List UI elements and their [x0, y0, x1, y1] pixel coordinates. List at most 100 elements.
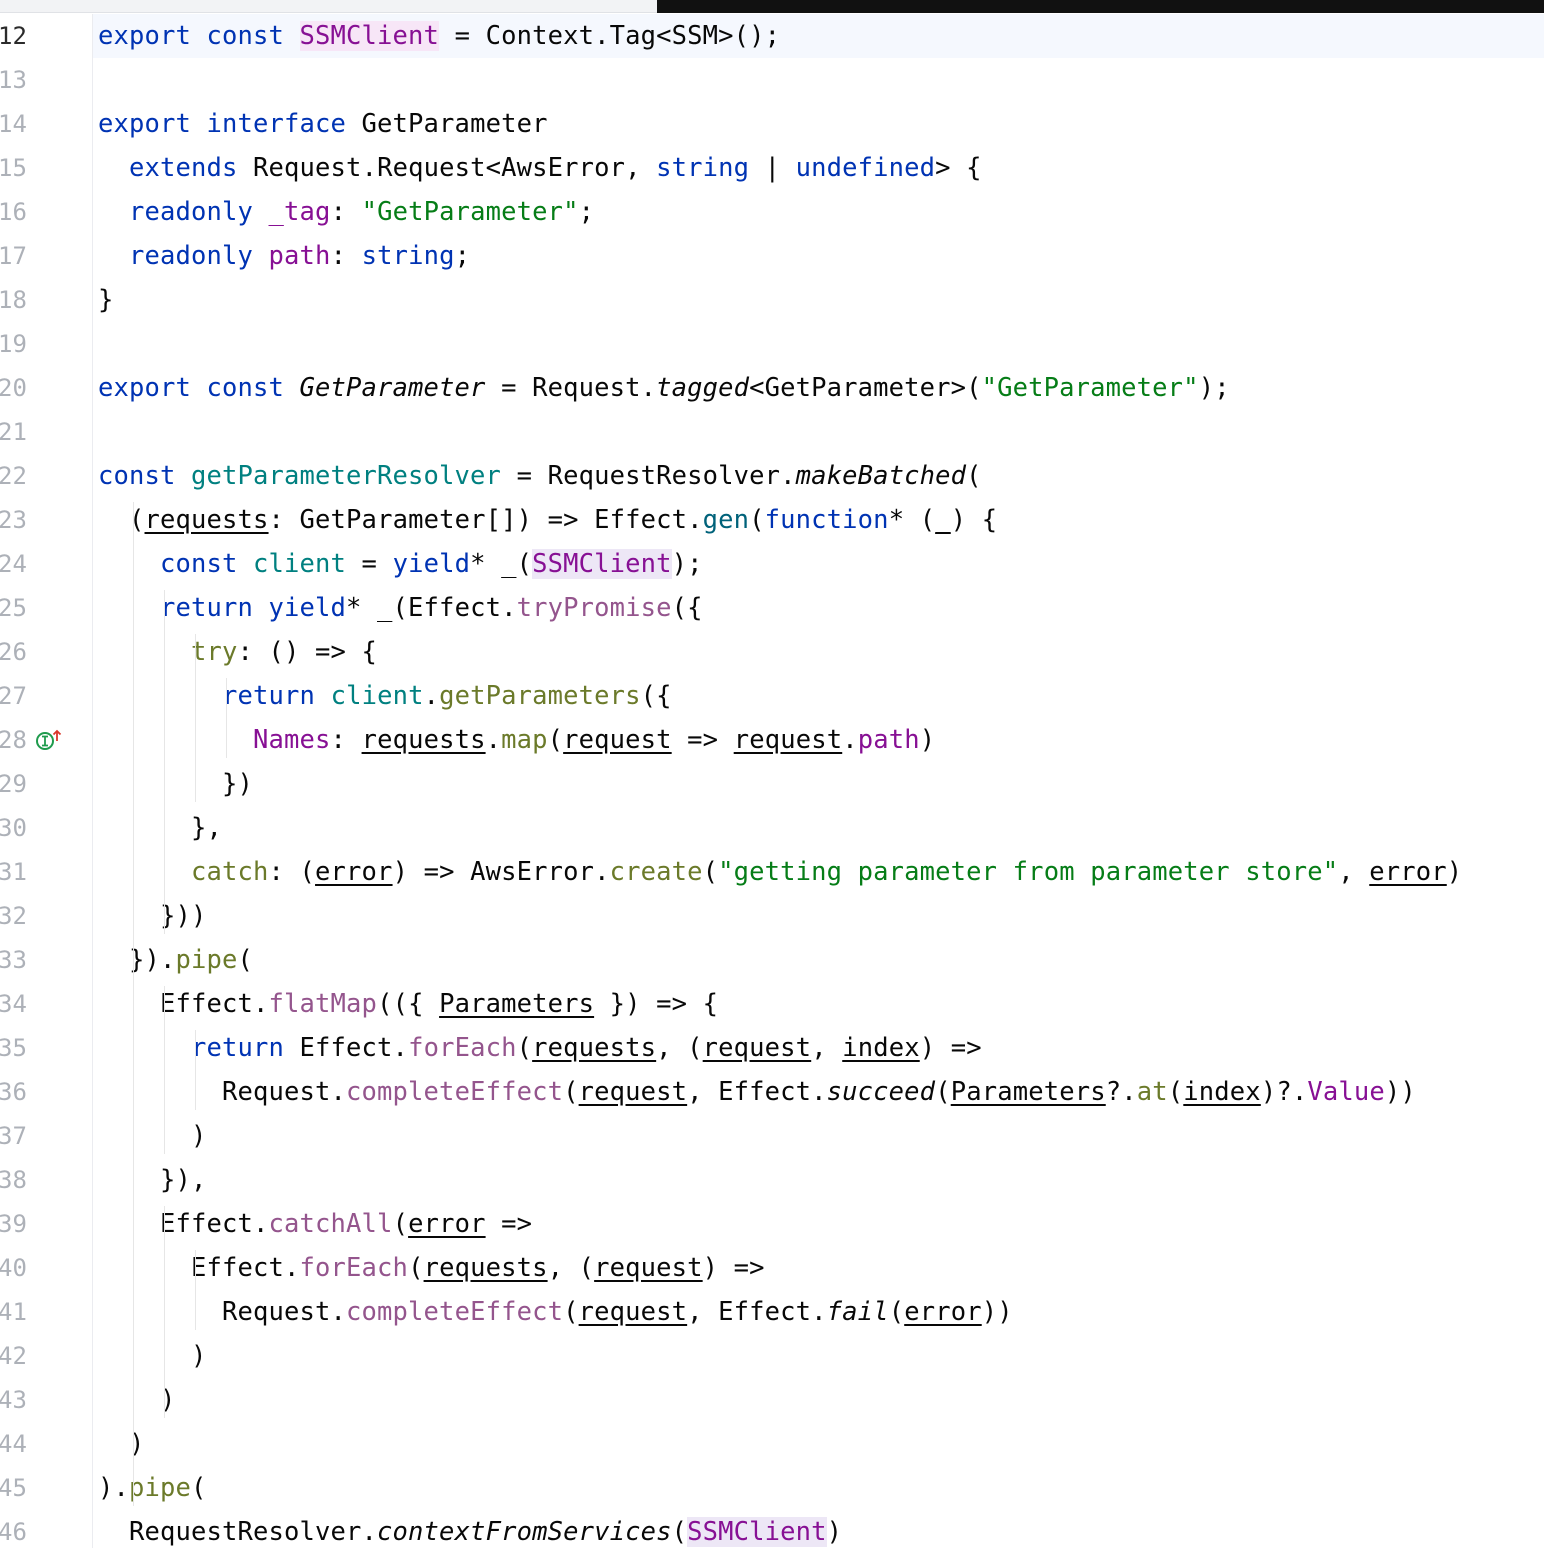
line-number[interactable]: 27 — [0, 674, 38, 718]
code-line[interactable]: return client.getParameters({ — [93, 674, 1544, 718]
code-line[interactable]: ) — [93, 1114, 1544, 1158]
code-token: Request. — [98, 1297, 347, 1327]
line-number[interactable]: 25 — [0, 586, 38, 630]
line-number[interactable]: 19 — [0, 322, 38, 366]
line-number[interactable]: 29 — [0, 762, 38, 806]
code-line[interactable]: RequestResolver.contextFromServices(SSMC… — [93, 1510, 1544, 1554]
tab-strip[interactable] — [0, 0, 657, 13]
code-text: RequestResolver.contextFromServices(SSMC… — [98, 1510, 842, 1554]
line-number[interactable]: 30 — [0, 806, 38, 850]
line-number[interactable]: 43 — [0, 1378, 38, 1422]
line-number[interactable]: 13 — [0, 58, 38, 102]
code-token: ( — [1167, 1077, 1184, 1107]
code-line[interactable]: readonly path: string; — [93, 234, 1544, 278]
code-line[interactable]: Effect.forEach(requests, (request) => — [93, 1246, 1544, 1290]
line-number[interactable]: 28 — [0, 718, 38, 762]
implements-interface-icon[interactable] — [36, 728, 62, 752]
code-line[interactable]: Request.completeEffect(request, Effect.f… — [93, 1290, 1544, 1334]
line-number[interactable]: 18 — [0, 278, 38, 322]
code-line[interactable]: }) — [93, 762, 1544, 806]
code-token: : ( — [268, 857, 316, 887]
code-text: Request.completeEffect(request, Effect.f… — [98, 1290, 1013, 1334]
code-token: undefined — [795, 153, 936, 183]
line-number[interactable]: 40 — [0, 1246, 38, 1290]
code-line[interactable]: ) — [93, 1334, 1544, 1378]
line-number[interactable]: 41 — [0, 1290, 38, 1334]
line-number[interactable]: 21 — [0, 410, 38, 454]
line-number[interactable]: 17 — [0, 234, 38, 278]
code-token: > { — [935, 153, 982, 183]
line-number[interactable]: 46 — [0, 1510, 38, 1554]
code-line[interactable]: }).pipe( — [93, 938, 1544, 982]
line-number[interactable]: 34 — [0, 982, 38, 1026]
code-token: ). — [98, 1473, 130, 1503]
code-line[interactable]: Request.completeEffect(request, Effect.s… — [93, 1070, 1544, 1114]
code-line[interactable]: export interface GetParameter — [93, 102, 1544, 146]
code-line[interactable]: ) — [93, 1378, 1544, 1422]
line-number[interactable]: 16 — [0, 190, 38, 234]
code-line[interactable]: })) — [93, 894, 1544, 938]
code-line[interactable]: const client = yield* _(SSMClient); — [93, 542, 1544, 586]
code-token: ( — [408, 1253, 424, 1283]
code-token: ( — [547, 725, 564, 755]
code-line[interactable] — [93, 58, 1544, 102]
code-line[interactable]: const getParameterResolver = RequestReso… — [93, 454, 1544, 498]
line-number[interactable]: 44 — [0, 1422, 38, 1466]
code-token: readonly — [129, 197, 269, 227]
code-line[interactable] — [93, 410, 1544, 454]
code-token: , Effect. — [687, 1297, 827, 1327]
code-line[interactable]: Effect.catchAll(error => — [93, 1202, 1544, 1246]
code-line[interactable]: ) — [93, 1422, 1544, 1466]
code-line[interactable]: readonly _tag: "GetParameter"; — [93, 190, 1544, 234]
code-line[interactable]: }, — [93, 806, 1544, 850]
code-line[interactable]: return yield* _(Effect.tryPromise({ — [93, 586, 1544, 630]
code-token: : — [330, 241, 362, 271]
line-number[interactable]: 33 — [0, 938, 38, 982]
code-token: }, — [98, 813, 223, 843]
code-line[interactable]: Names: requests.map(request => request.p… — [93, 718, 1544, 762]
line-number[interactable]: 22 — [0, 454, 38, 498]
line-number[interactable]: 36 — [0, 1070, 38, 1114]
code-line[interactable]: catch: (error) => AwsError.create("getti… — [93, 850, 1544, 894]
code-line[interactable]: }), — [93, 1158, 1544, 1202]
code-line[interactable]: export const GetParameter = Request.tagg… — [93, 366, 1544, 410]
code-line[interactable]: export const SSMClient = Context.Tag<SSM… — [93, 14, 1544, 58]
line-number[interactable]: 26 — [0, 630, 38, 674]
code-line[interactable]: } — [93, 278, 1544, 322]
code-text: extends Request.Request<AwsError, string… — [98, 146, 982, 190]
code-line[interactable]: try: () => { — [93, 630, 1544, 674]
line-number[interactable]: 24 — [0, 542, 38, 586]
code-line[interactable]: return Effect.forEach(requests, (request… — [93, 1026, 1544, 1070]
code-token: index — [842, 1033, 920, 1063]
line-number[interactable]: 39 — [0, 1202, 38, 1246]
line-number[interactable]: 20 — [0, 366, 38, 410]
line-number[interactable]: 42 — [0, 1334, 38, 1378]
line-number[interactable]: 12 — [0, 14, 38, 58]
code-line[interactable]: extends Request.Request<AwsError, string… — [93, 146, 1544, 190]
line-number[interactable]: 37 — [0, 1114, 38, 1158]
line-number[interactable]: 35 — [0, 1026, 38, 1070]
code-line[interactable] — [93, 322, 1544, 366]
line-number[interactable]: 38 — [0, 1158, 38, 1202]
code-token: ( — [966, 461, 982, 491]
line-number[interactable]: 31 — [0, 850, 38, 894]
code-token: return — [222, 681, 331, 711]
code-text: export interface GetParameter — [98, 102, 548, 146]
line-number[interactable]: 32 — [0, 894, 38, 938]
code-token: pipe — [175, 945, 238, 975]
line-number[interactable]: 14 — [0, 102, 38, 146]
code-token: requests — [361, 725, 486, 755]
code-editor[interactable]: export const SSMClient = Context.Tag<SSM… — [93, 14, 1544, 1548]
code-line[interactable]: Effect.flatMap(({ Parameters }) => { — [93, 982, 1544, 1026]
code-line[interactable]: (requests: GetParameter[]) => Effect.gen… — [93, 498, 1544, 542]
code-token: ( — [392, 1209, 409, 1239]
line-number[interactable]: 23 — [0, 498, 38, 542]
line-number-gutter[interactable]: 12 13 14 15 16 17 18 19 20 21 22 23 24 25 26 27 28 29 30 31… — [0, 14, 93, 1548]
line-number[interactable]: 45 — [0, 1466, 38, 1510]
code-text: try: () => { — [98, 630, 377, 674]
code-line[interactable]: ).pipe( — [93, 1466, 1544, 1510]
line-number[interactable]: 15 — [0, 146, 38, 190]
